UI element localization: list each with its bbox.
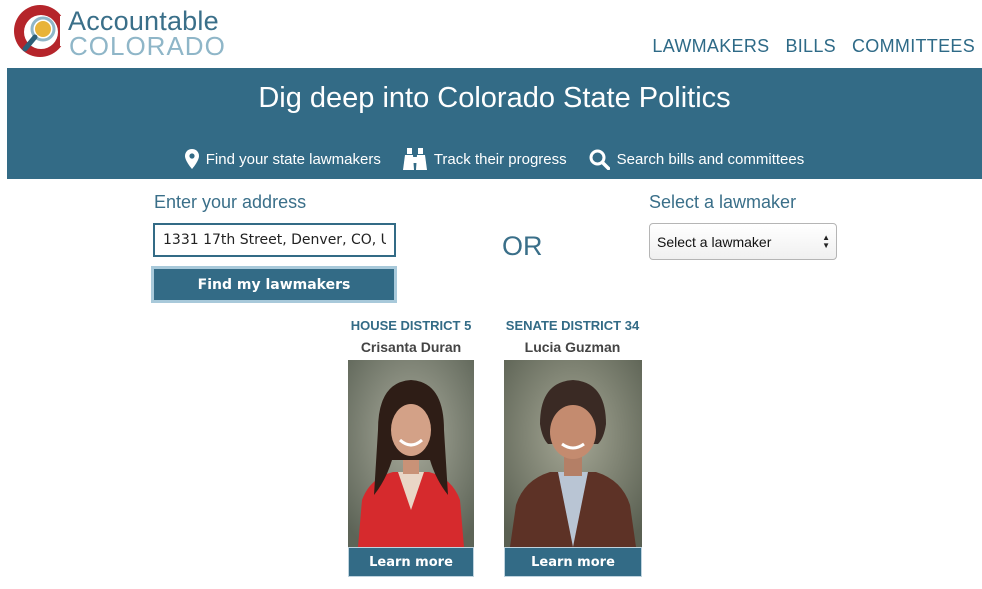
banner-title: Dig deep into Colorado State Politics [258,82,731,114]
feature-label: Search bills and committees [616,150,805,168]
lawmaker-select-value: Select a lawmaker [657,233,772,250]
lawmaker-photo[interactable] [348,360,474,547]
logo-text-colorado: COLORADO [69,31,226,61]
map-pin-icon [184,149,199,169]
lawmaker-select[interactable]: Select a lawmaker ▲ ▼ [649,223,837,260]
card-district: SENATE DISTRICT 34 [505,318,640,333]
learn-more-button[interactable]: Learn more [504,547,642,577]
lawmaker-select-label: Select a lawmaker [649,192,797,212]
address-label: Enter your address [154,192,307,212]
card-name: Lucia Guzman [524,339,621,355]
nav-lawmakers[interactable]: LAWMAKERS [652,36,769,57]
feature-find-lawmakers: Find your state lawmakers [184,148,381,170]
or-divider: OR [502,231,543,261]
hero-banner: Dig deep into Colorado State Politics Fi… [7,68,982,179]
feature-search: Search bills and committees [589,148,805,170]
find-lawmakers-button[interactable]: Find my lawmakers [151,266,397,303]
main-nav: LAWMAKERS BILLS COMMITTEES [652,36,975,57]
card-name: Crisanta Duran [360,339,462,355]
feature-list: Find your state lawmakers Track their pr… [7,148,982,170]
feature-label: Track their progress [433,150,567,168]
nav-bills[interactable]: BILLS [785,36,836,57]
search-icon [589,149,610,170]
learn-more-button[interactable]: Learn more [348,547,474,577]
magnifier-logo-icon [14,5,68,57]
site-logo[interactable]: Accountable COLORADO [12,2,242,62]
select-arrows-icon: ▲ ▼ [822,233,830,250]
lawmaker-photo[interactable] [504,360,642,547]
address-input[interactable] [153,223,396,257]
card-district: HOUSE DISTRICT 5 [350,318,472,333]
feature-track-progress: Track their progress [402,148,567,170]
binoculars-icon [402,148,427,170]
lawmaker-card-senate: SENATE DISTRICT 34 Lucia Guzman [503,318,642,355]
nav-committees[interactable]: COMMITTEES [852,36,975,57]
feature-label: Find your state lawmakers [205,150,381,168]
lawmaker-card-house: HOUSE DISTRICT 5 Crisanta Duran [348,318,474,355]
